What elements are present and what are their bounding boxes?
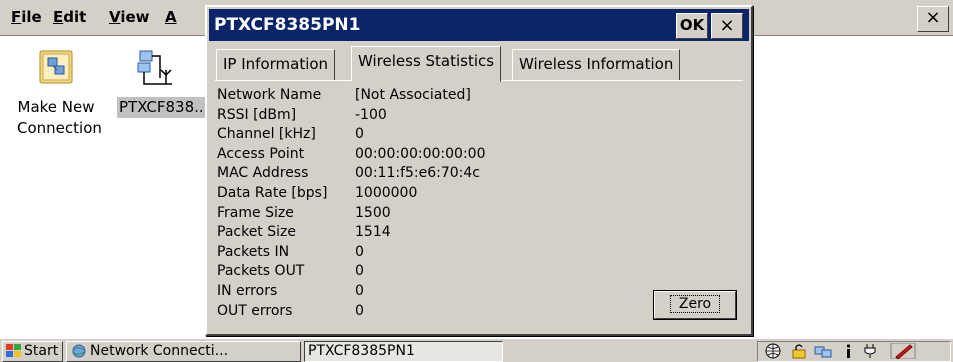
stat-label: Access Point (217, 145, 305, 162)
info-icon[interactable] (840, 343, 858, 359)
connection-status-dialog: PTXCF8385PN1 OK × IP Information Wireles… (205, 5, 753, 336)
taskbar: Start Network Connecti... PTXCF8385PN1 (0, 338, 953, 362)
stat-label: Channel [kHz] (217, 126, 316, 143)
zero-button-label: Zero (669, 295, 721, 313)
tab-wireless-information[interactable]: Wireless Information (512, 49, 681, 81)
stat-value: 1514 (355, 224, 391, 241)
network-connection-label[interactable]: PTXCF838.. (117, 97, 206, 118)
stat-value: 0 (355, 126, 364, 143)
stat-value: 1000000 (355, 185, 418, 201)
taskbar-dialog-button[interactable]: PTXCF8385PN1 (304, 341, 503, 362)
taskbar-dialog-label: PTXCF8385PN1 (308, 343, 415, 359)
new-connection-label-line1: Make New (17, 98, 95, 116)
system-tray (757, 341, 951, 362)
taskbar-network-label: Network Connecti... (90, 343, 229, 359)
stat-value: 0 (355, 243, 364, 260)
tab-wireless-statistics[interactable]: Wireless Statistics (351, 46, 502, 82)
stat-value: 0 (355, 283, 364, 299)
dialog-titlebar: PTXCF8385PN1 OK × (209, 9, 749, 41)
stat-label: Packets IN (217, 243, 290, 260)
stat-label: Packets OUT (217, 263, 305, 280)
new-connection-label-line2: Connection (17, 119, 102, 137)
power-plug-icon[interactable] (862, 343, 880, 359)
tab-ip-information[interactable]: IP Information (216, 49, 336, 81)
wireless-statistics-panel: Network Name [Not Associated] RSSI [dBm]… (215, 80, 743, 327)
stat-value: 0 (355, 302, 364, 319)
dialog-title: PTXCF8385PN1 (214, 15, 361, 35)
pen-icon[interactable] (890, 343, 924, 359)
window-close-button[interactable]: × (917, 6, 949, 32)
network-connection-icon[interactable] (136, 48, 176, 92)
stat-value: 00:00:00:00:00:00 (355, 145, 486, 162)
menu-edit[interactable]: Edit (53, 8, 86, 26)
new-connection-label[interactable]: Make New Connection (17, 97, 102, 139)
stat-value: 00:11:f5:e6:70:4c (355, 165, 480, 182)
stat-label: Network Name (217, 87, 322, 103)
menu-advanced[interactable]: A (165, 8, 177, 26)
stat-label: Data Rate [bps] (217, 185, 328, 201)
windows-flag-icon (6, 344, 21, 357)
stat-label: OUT errors (217, 302, 293, 319)
start-label: Start (24, 343, 59, 359)
stat-label: MAC Address (217, 165, 309, 182)
stat-value: [Not Associated] (355, 87, 471, 103)
stat-label: IN errors (217, 283, 278, 299)
dialog-close-button[interactable]: × (711, 13, 743, 39)
zero-button[interactable]: Zero (654, 291, 736, 319)
start-button[interactable]: Start (2, 341, 63, 362)
ok-button[interactable]: OK (676, 13, 708, 39)
stat-label: Frame Size (217, 204, 294, 221)
stat-label: RSSI [dBm] (217, 106, 297, 123)
new-connection-icon[interactable] (39, 50, 73, 88)
network-globe-icon (72, 344, 86, 358)
lock-icon[interactable] (790, 343, 808, 359)
menu-file[interactable]: File (11, 8, 42, 26)
stat-label: Packet Size (217, 224, 296, 241)
stat-value: 0 (355, 263, 364, 280)
globe-icon[interactable] (764, 343, 782, 359)
stat-value: -100 (355, 106, 387, 123)
stat-value: 1500 (355, 204, 391, 221)
network-tray-icon[interactable] (814, 343, 832, 359)
taskbar-network-connections[interactable]: Network Connecti... (66, 341, 301, 362)
menu-view[interactable]: View (109, 8, 150, 26)
